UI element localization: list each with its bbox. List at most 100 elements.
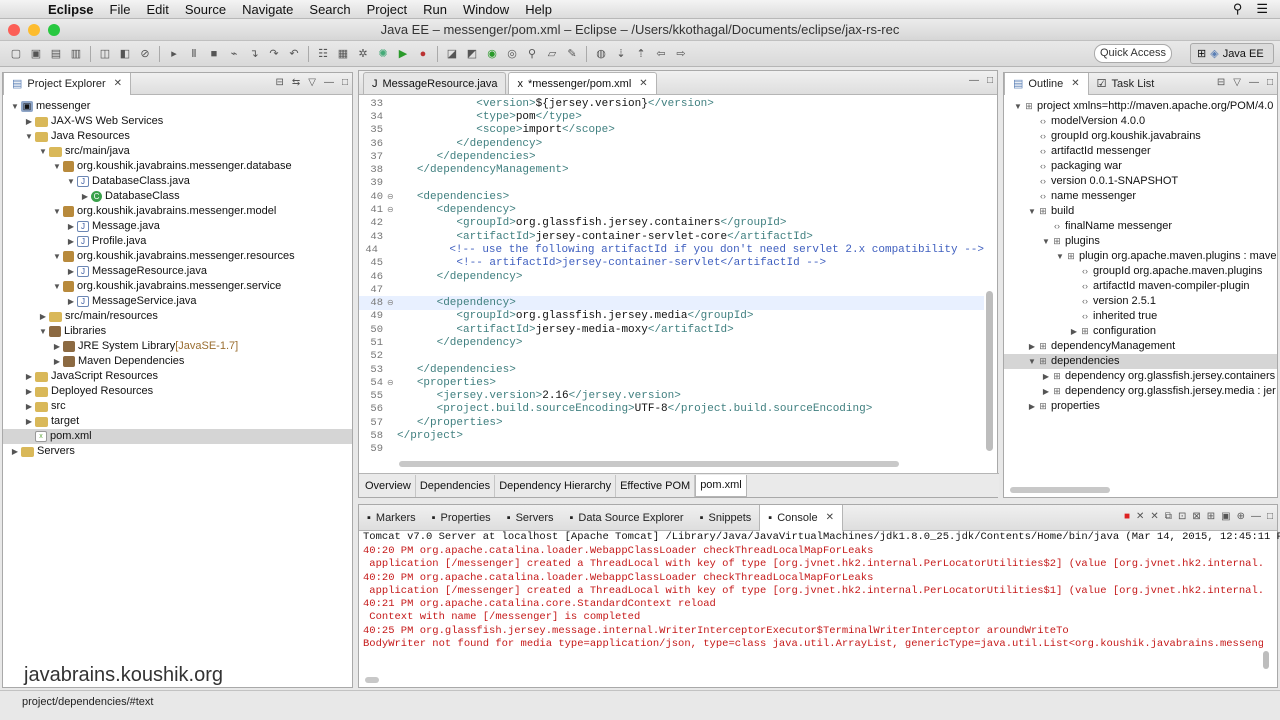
collapsed-arrow-icon[interactable]: ▶ xyxy=(79,189,91,204)
close-window-button[interactable] xyxy=(8,23,20,36)
new-java-project-icon[interactable]: ◪ xyxy=(444,46,460,62)
outline-item[interactable]: ▼ ⊞ project xmlns=http://maven.apache.org/… xyxy=(1004,99,1277,114)
zoom-window-button[interactable] xyxy=(48,23,60,36)
scroll-lock-icon[interactable]: ⊡ xyxy=(1178,511,1186,522)
tab-outline[interactable]: ▤ Outline ✕ xyxy=(1004,72,1089,95)
collapsed-arrow-icon[interactable]: ▶ xyxy=(1040,369,1052,384)
collapsed-arrow-icon[interactable]: ▶ xyxy=(65,219,77,234)
tree-item[interactable]: ▶ J Profile.java xyxy=(3,234,352,249)
outline-item[interactable]: ▼ ⊞ plugins xyxy=(1004,234,1277,249)
remove-all-icon[interactable]: ✕ xyxy=(1150,511,1158,522)
save-all-icon[interactable]: ▤ xyxy=(48,46,64,62)
prev-annotation-icon[interactable]: ⇡ xyxy=(633,46,649,62)
settings-icon[interactable]: ✲ xyxy=(355,46,371,62)
menu-project[interactable]: Project xyxy=(359,2,415,17)
fold-toggle-icon[interactable]: ⊖ xyxy=(387,192,397,202)
tree-item[interactable]: x pom.xml xyxy=(3,429,352,444)
tree-item[interactable]: ▶ target xyxy=(3,414,352,429)
new-package-icon[interactable]: ◩ xyxy=(464,46,480,62)
tab-servers[interactable]: ▪ Servers xyxy=(499,505,562,531)
tree-item[interactable]: ▶ Maven Dependencies xyxy=(3,354,352,369)
suspend-icon[interactable]: Ⅱ xyxy=(186,46,202,62)
save-icon[interactable]: ▣ xyxy=(28,46,44,62)
collapsed-arrow-icon[interactable]: ▶ xyxy=(9,444,21,459)
tree-item[interactable]: ▶ src xyxy=(3,399,352,414)
tree-item[interactable]: ▼ Java Resources xyxy=(3,129,352,144)
terminate-icon[interactable]: ■ xyxy=(1124,511,1130,522)
editor-tab[interactable]: J MessageResource.java xyxy=(363,72,507,94)
tree-item[interactable]: ▶ J MessageResource.java xyxy=(3,264,352,279)
tree-item[interactable]: ▶ Servers xyxy=(3,444,352,459)
tab-markers[interactable]: ▪ Markers xyxy=(359,505,424,531)
close-icon[interactable]: ✕ xyxy=(1071,78,1079,89)
menu-run[interactable]: Run xyxy=(415,2,455,17)
outline-item[interactable]: ‹› inherited true xyxy=(1004,309,1277,324)
maximize-icon[interactable]: □ xyxy=(342,77,348,88)
outline-item[interactable]: ▶ ⊞ configuration xyxy=(1004,324,1277,339)
pom-page-tab-overview[interactable]: Overview xyxy=(361,474,416,497)
tree-item[interactable]: ▼ Libraries xyxy=(3,324,352,339)
collapsed-arrow-icon[interactable]: ▶ xyxy=(1026,399,1038,414)
quick-access-field[interactable]: Quick Access xyxy=(1094,44,1172,63)
tree-item[interactable]: ▼ org.koushik.javabrains.messenger.resour… xyxy=(3,249,352,264)
tree-item[interactable]: ▶ JAX-WS Web Services xyxy=(3,114,352,129)
resume-icon[interactable]: ▸ xyxy=(166,46,182,62)
expanded-arrow-icon[interactable]: ▼ xyxy=(1040,234,1052,249)
clear-console-icon[interactable]: ⊠ xyxy=(1192,511,1200,522)
copy-icon[interactable]: ⧉ xyxy=(1165,511,1172,522)
remove-launch-icon[interactable]: ✕ xyxy=(1136,511,1144,522)
close-icon[interactable]: ✕ xyxy=(114,78,122,89)
collapsed-arrow-icon[interactable]: ▶ xyxy=(65,264,77,279)
pom-page-tab-dependencies[interactable]: Dependencies xyxy=(416,474,496,497)
minimize-icon[interactable]: — xyxy=(1251,511,1261,522)
close-icon[interactable]: ✕ xyxy=(826,512,834,523)
tree-item[interactable]: ▶ src/main/resources xyxy=(3,309,352,324)
expanded-arrow-icon[interactable]: ▼ xyxy=(65,174,77,189)
outline-item[interactable]: ‹› modelVersion 4.0.0 xyxy=(1004,114,1277,129)
annotation-icon[interactable]: ✎ xyxy=(564,46,580,62)
print-icon[interactable]: ▥ xyxy=(68,46,84,62)
outline-item[interactable]: ▼ ⊞ dependencies xyxy=(1004,354,1277,369)
forward-icon[interactable]: ⇨ xyxy=(673,46,689,62)
outline-item[interactable]: ‹› groupId org.koushik.javabrains xyxy=(1004,129,1277,144)
outline-item[interactable]: ‹› name messenger xyxy=(1004,189,1277,204)
editor-tab[interactable]: x *messenger/pom.xml ✕ xyxy=(508,72,657,94)
menu-search[interactable]: Search xyxy=(301,2,358,17)
tab-snippets[interactable]: ▪ Snippets xyxy=(692,505,760,531)
menu-file[interactable]: File xyxy=(102,2,139,17)
pin-console-icon[interactable]: ⊞ xyxy=(1207,511,1215,522)
tab-console[interactable]: ▪ Console ✕ xyxy=(759,504,843,531)
tree-item[interactable]: ▶ JRE System Library [JavaSE-1.7] xyxy=(3,339,352,354)
open-task-icon[interactable]: ☷ xyxy=(315,46,331,62)
collapsed-arrow-icon[interactable]: ▶ xyxy=(23,369,35,384)
outline-item[interactable]: ▶ ⊞ properties xyxy=(1004,399,1277,414)
tree-item[interactable]: ▼ ▣ messenger xyxy=(3,99,352,114)
outline-item[interactable]: ‹› finalName messenger xyxy=(1004,219,1277,234)
expanded-arrow-icon[interactable]: ▼ xyxy=(37,324,49,339)
console-horizontal-scrollbar[interactable] xyxy=(365,677,379,683)
expanded-arrow-icon[interactable]: ▼ xyxy=(1026,354,1038,369)
expanded-arrow-icon[interactable]: ▼ xyxy=(37,144,49,159)
collapsed-arrow-icon[interactable]: ▶ xyxy=(51,339,63,354)
new-class-icon[interactable]: ◉ xyxy=(484,46,500,62)
new-icon[interactable]: ▢ xyxy=(8,46,24,62)
build-icon[interactable]: ◫ xyxy=(97,46,113,62)
outline-item[interactable]: ‹› artifactId maven-compiler-plugin xyxy=(1004,279,1277,294)
expanded-arrow-icon[interactable]: ▼ xyxy=(51,204,63,219)
pom-page-tab-effective-pom[interactable]: Effective POM xyxy=(616,474,696,497)
outline-horizontal-scrollbar[interactable] xyxy=(1010,487,1110,493)
collapsed-arrow-icon[interactable]: ▶ xyxy=(51,354,63,369)
menu-edit[interactable]: Edit xyxy=(138,2,176,17)
collapsed-arrow-icon[interactable]: ▶ xyxy=(23,114,35,129)
menu-app-name[interactable]: Eclipse xyxy=(46,2,102,17)
perspective-switcher[interactable]: ⊞ ◈ Java EE xyxy=(1190,43,1274,64)
expanded-arrow-icon[interactable]: ▼ xyxy=(51,279,63,294)
minimize-icon[interactable]: — xyxy=(324,77,334,88)
tab-project-explorer[interactable]: ▤ Project Explorer ✕ xyxy=(3,72,132,95)
tree-item[interactable]: ▼ org.koushik.javabrains.messenger.model xyxy=(3,204,352,219)
tree-item[interactable]: ▼ org.koushik.javabrains.messenger.databa… xyxy=(3,159,352,174)
outline-item[interactable]: ‹› artifactId messenger xyxy=(1004,144,1277,159)
search-icon[interactable]: ⚲ xyxy=(524,46,540,62)
outline-item[interactable]: ▼ ⊞ build xyxy=(1004,204,1277,219)
fold-toggle-icon[interactable]: ⊖ xyxy=(387,298,397,308)
